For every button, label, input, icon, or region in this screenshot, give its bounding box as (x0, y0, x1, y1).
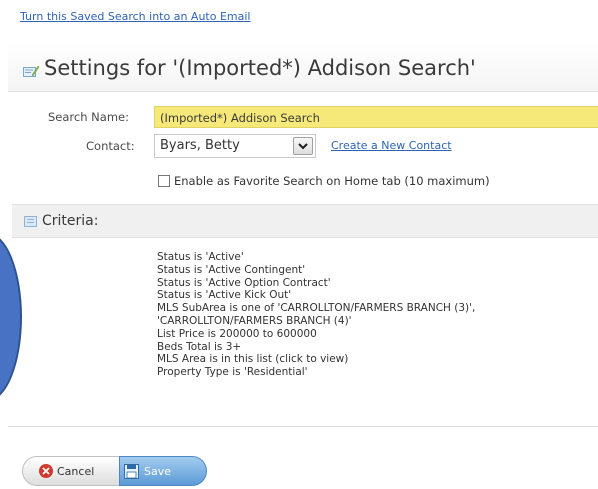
search-name-label: Search Name: (48, 110, 129, 124)
list-icon (24, 216, 37, 227)
criteria-title: Criteria: (42, 213, 99, 229)
criteria-item: Status is 'Active Contingent' (157, 263, 306, 276)
criteria-item: Beds Total is 3+ (157, 340, 242, 353)
cancel-icon (39, 464, 53, 478)
save-button[interactable]: Save (119, 456, 207, 486)
settings-title: Settings for '(Imported*) Addison Search… (44, 56, 476, 80)
settings-edit-icon (23, 65, 39, 77)
contact-selected-value: Byars, Betty (160, 138, 240, 153)
contact-dropdown-button[interactable] (293, 137, 313, 155)
criteria-item: Status is 'Active' (157, 251, 244, 263)
criteria-item: 'CARROLLTON/FARMERS BRANCH (4)' (157, 314, 352, 327)
criteria-list: Status is 'Active' Status is 'Active Con… (157, 251, 475, 379)
contact-label: Contact: (86, 139, 135, 153)
footer-divider (8, 426, 598, 427)
settings-header: Settings for '(Imported*) Addison Search… (8, 42, 598, 92)
criteria-item: MLS SubArea is one of 'CARROLLTON/FARMER… (157, 302, 476, 315)
criteria-item: List Price is 200000 to 600000 (157, 327, 317, 340)
save-label: Save (144, 465, 172, 478)
criteria-item: Status is 'Active Option Contract' (157, 276, 331, 289)
cancel-button[interactable]: Cancel (22, 456, 120, 486)
auto-email-link[interactable]: Turn this Saved Search into an Auto Emai… (20, 10, 250, 23)
contact-select[interactable]: Byars, Betty (154, 134, 316, 158)
criteria-header: Criteria: (12, 204, 598, 238)
criteria-item: Property Type is 'Residential' (157, 366, 308, 379)
favorite-search-checkbox[interactable] (158, 175, 170, 187)
chevron-down-icon (298, 143, 308, 150)
create-new-contact-link[interactable]: Create a New Contact (331, 139, 452, 152)
save-icon (124, 464, 139, 479)
search-name-input[interactable]: (Imported*) Addison Search (154, 106, 598, 128)
cancel-label: Cancel (57, 465, 95, 478)
favorite-search-label: Enable as Favorite Search on Home tab (1… (174, 174, 490, 188)
criteria-item-mls-area-link[interactable]: MLS Area is in this list (click to view) (157, 353, 475, 366)
saved-search-settings-page: Turn this Saved Search into an Auto Emai… (0, 0, 598, 489)
overlay-oval-shape (0, 233, 22, 401)
criteria-item: Status is 'Active Kick Out' (157, 289, 292, 302)
